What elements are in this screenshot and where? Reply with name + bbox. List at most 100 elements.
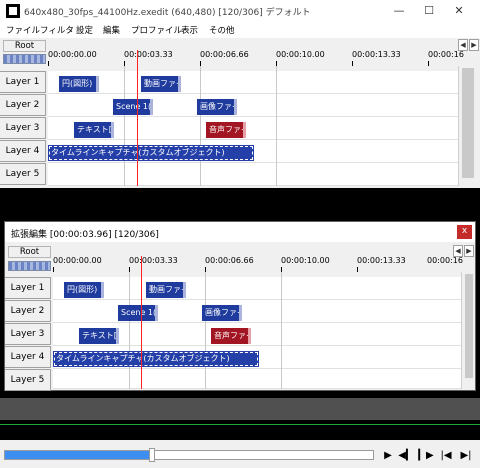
root-button[interactable]: Root (3, 40, 46, 52)
layer-row[interactable] (48, 163, 458, 186)
tick-label: 00:00:06.66 (205, 256, 254, 265)
ext-window-title: 拡張編集 [00:00:03.96] [120/306] (11, 230, 159, 240)
root-zoom-bar[interactable] (3, 54, 46, 64)
title-bar: 640x480_30fps_44100Hz.exedit (640,480) [… (0, 0, 480, 22)
tick-label: 00:00:10.00 (276, 50, 325, 59)
prev-frame-icon[interactable]: ◀▎ (398, 448, 414, 464)
tick-mark (48, 61, 49, 66)
menu-filter[interactable]: フィルタ (40, 24, 74, 36)
tick-label: 00:00:16 (428, 50, 464, 59)
clip-scene[interactable]: Scene 1( (118, 305, 158, 321)
seek-slider[interactable] (4, 448, 374, 462)
play-icon[interactable]: ▶ (380, 448, 396, 464)
grid-line (124, 66, 125, 186)
tick-label: 00:00:16 (427, 256, 463, 265)
playhead[interactable] (137, 50, 138, 186)
preview-strip (0, 398, 480, 420)
clip-timeline-capture[interactable]: タイムラインキャプチャ(カスタムオブジェクト) (48, 145, 254, 161)
to-start-icon[interactable]: |◀ (438, 448, 454, 464)
clip-scene[interactable]: Scene 1( (113, 99, 153, 115)
maximize-button[interactable]: ☐ (414, 2, 444, 20)
clip-circle[interactable]: 円(図形) (59, 76, 99, 92)
vertical-scrollbar[interactable] (461, 272, 475, 389)
layer-row[interactable] (53, 300, 461, 323)
clip-timeline-capture[interactable]: タイムラインキャプチャ(カスタムオブジェクト) (53, 351, 259, 367)
menu-other[interactable]: その他 (209, 24, 235, 36)
scrollbar-thumb[interactable] (462, 68, 474, 178)
menu-view[interactable]: 表示 (181, 24, 198, 36)
layer-4-label[interactable]: Layer 4 (5, 346, 51, 368)
next-frame-icon[interactable]: ▎▶ (418, 448, 434, 464)
clip-text[interactable]: テキスト[標 (79, 328, 119, 344)
clip-circle[interactable]: 円(図形) (64, 282, 104, 298)
app-icon (6, 4, 20, 18)
ext-close-button[interactable]: x (457, 225, 472, 239)
tick-label: 00:00:10.00 (281, 256, 330, 265)
grid-line (281, 272, 282, 389)
tick-label: 00:00:03.33 (124, 50, 173, 59)
scroll-right-button[interactable]: ▶ (464, 245, 474, 257)
playback-bar: ▶ ◀▎ ▎▶ |◀ ▶| (0, 440, 480, 468)
seek-knob[interactable] (149, 448, 155, 462)
grid-line (200, 66, 201, 186)
scrollbar-thumb[interactable] (465, 274, 473, 378)
close-button[interactable]: ✕ (444, 2, 474, 20)
scroll-left-button[interactable]: ◀ (453, 245, 463, 257)
layer-5-label[interactable]: Layer 5 (0, 163, 46, 185)
grid-line (205, 272, 206, 389)
layer-1-label[interactable]: Layer 1 (5, 277, 51, 299)
layer-2-label[interactable]: Layer 2 (0, 94, 46, 116)
ext-timeline: Root 00:00:00.00 00:00:03.33 00:00:06.66… (5, 242, 475, 391)
layer-row[interactable] (48, 71, 458, 94)
extended-edit-window: 拡張編集 [00:00:03.96] [120/306] x Root 00:0… (4, 221, 476, 391)
time-ruler[interactable]: 00:00:00.00 00:00:03.33 00:00:06.66 00:0… (48, 38, 468, 66)
root-zoom-bar[interactable] (8, 261, 51, 271)
tick-mark (352, 61, 353, 66)
clip-video[interactable]: 動画ファイ (141, 76, 181, 92)
layer-row[interactable] (53, 369, 461, 389)
tick-mark (53, 267, 54, 272)
layer-4-label[interactable]: Layer 4 (0, 140, 46, 162)
layer-2-label[interactable]: Layer 2 (5, 300, 51, 322)
tick-label: 00:00:13.33 (357, 256, 406, 265)
vertical-scrollbar[interactable] (458, 66, 480, 186)
tick-label: 00:00:03.33 (129, 256, 178, 265)
menu-bar: ファイル フィルタ 設定 編集 プロファイル 表示 その他 (0, 22, 480, 38)
scroll-right-button[interactable]: ▶ (469, 39, 479, 51)
tick-mark (357, 267, 358, 272)
menu-edit[interactable]: 編集 (103, 24, 120, 36)
tick-label: 00:00:00.00 (53, 256, 102, 265)
tick-label: 00:00:13.33 (352, 50, 401, 59)
clip-image[interactable]: 画像ファイ (197, 99, 237, 115)
clip-audio[interactable]: 音声ファイ (206, 122, 246, 138)
layer-1-label[interactable]: Layer 1 (0, 71, 46, 93)
tick-label: 00:00:00.00 (48, 50, 97, 59)
menu-settings[interactable]: 設定 (76, 24, 93, 36)
time-ruler[interactable]: 00:00:00.00 00:00:03.33 00:00:06.66 00:0… (53, 244, 463, 272)
layer-5-label[interactable]: Layer 5 (5, 369, 51, 391)
layer-row[interactable] (48, 94, 458, 117)
menu-file[interactable]: ファイル (6, 24, 40, 36)
layer-3-label[interactable]: Layer 3 (0, 117, 46, 139)
preview-divider (0, 424, 480, 425)
clip-text[interactable]: テキスト[標 (74, 122, 114, 138)
layer-row[interactable] (53, 277, 461, 300)
minimize-button[interactable]: — (384, 2, 414, 20)
main-timeline-window: 640x480_30fps_44100Hz.exedit (640,480) [… (0, 0, 480, 188)
seek-progress (5, 451, 149, 459)
root-button[interactable]: Root (8, 246, 51, 258)
clip-image[interactable]: 画像ファイ (202, 305, 242, 321)
playhead[interactable] (141, 256, 142, 389)
tick-label: 00:00:06.66 (200, 50, 249, 59)
window-title: 640x480_30fps_44100Hz.exedit (640,480) [… (24, 8, 311, 18)
scroll-left-button[interactable]: ◀ (458, 39, 468, 51)
clip-audio[interactable]: 音声ファイ (211, 328, 251, 344)
clip-video[interactable]: 動画ファイ (146, 282, 186, 298)
grid-line (276, 66, 277, 186)
menu-profile[interactable]: プロファイル (131, 24, 182, 36)
grid-line (129, 272, 130, 389)
layer-3-label[interactable]: Layer 3 (5, 323, 51, 345)
main-timeline: Root 00:00:00.00 00:00:03.33 00:00:06.66… (0, 38, 480, 188)
ext-title-bar: 拡張編集 [00:00:03.96] [120/306] x (5, 222, 475, 242)
to-end-icon[interactable]: ▶| (458, 448, 474, 464)
